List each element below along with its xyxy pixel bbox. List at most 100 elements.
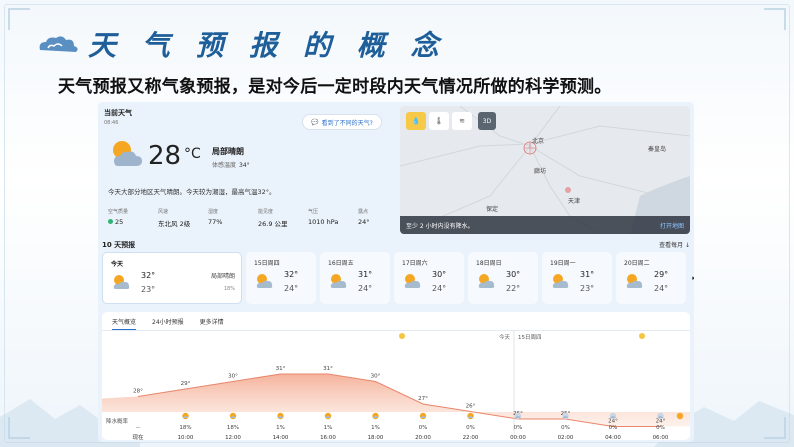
low-temperature: 24° <box>432 284 447 293</box>
open-map-link[interactable]: 打开地图 <box>660 221 684 230</box>
partly-sunny-icon <box>478 274 495 288</box>
weather-description: 今天大部分地区天气晴朗。今天较为潮湿，最高气温32°。 <box>108 188 276 196</box>
hourly-temp-label: 28° <box>133 389 143 395</box>
current-temperature: 28 <box>148 141 182 171</box>
precipitation-row-label: 降水概率 <box>106 419 129 425</box>
hourly-precip-value: 0% <box>656 425 665 431</box>
hourly-temp-label: 24° <box>608 419 618 425</box>
wind-icon: ≋ <box>459 117 465 125</box>
partly-sunny-icon <box>256 274 273 288</box>
hourly-precip-value: 0% <box>514 425 523 431</box>
tab-overview[interactable]: 天气概览 <box>112 317 137 331</box>
forecast-header: 10 天预报 查看每月 ↓ <box>102 240 690 250</box>
low-temperature: 24° <box>654 284 669 293</box>
wind-layer-button[interactable]: ≋ <box>452 112 472 130</box>
chevron-right-icon: ▸ <box>692 274 694 282</box>
map-label-city: 廊坊 <box>534 168 547 175</box>
map-precipitation-banner: 至少 2 小时内没有降水。 打开地图 <box>400 216 690 234</box>
metric-label: 风速 <box>158 209 169 215</box>
metric-humidity[interactable]: 湿度 77% <box>208 208 258 228</box>
weather-metrics: 空气质量 25 风速 东北风 2级 湿度 77% 能见度 26.9 公里 气压 … <box>108 208 408 228</box>
map-label-city: 天津 <box>568 198 581 205</box>
forecast-day-card[interactable]: 17日周六 30° 24° <box>394 252 464 304</box>
forecast-day-card[interactable]: 19日周一 31° 23° <box>542 252 612 304</box>
hourly-tabs: 天气概览 24小时预报 更多详情 <box>112 317 224 331</box>
hourly-time-label: 10:00 <box>178 435 194 440</box>
high-temperature: 30° <box>506 270 521 279</box>
hourly-weather-icon <box>676 412 684 420</box>
raindrop-icon: 💧 <box>411 117 421 125</box>
day-condition: 局部晴朗 <box>210 273 235 280</box>
metric-pressure[interactable]: 气压 1010 hPa <box>308 208 358 228</box>
tab-24h-forecast[interactable]: 24小时预报 <box>152 317 184 331</box>
hourly-temp-label: 31° <box>276 366 286 372</box>
hourly-time-label: 06:00 <box>653 435 669 440</box>
hourly-temp-label: 30° <box>371 374 381 380</box>
chat-bubble-icon: 💬 <box>311 118 319 126</box>
metric-value: 东北风 2级 <box>158 220 191 228</box>
day-name: 19日周一 <box>550 260 576 267</box>
metric-air-quality[interactable]: 空气质量 25 <box>108 208 158 228</box>
metric-value: 1010 hPa <box>308 218 339 226</box>
slide-subtitle: 天气预报又称气象预报，是对今后一定时段内天气情况所做的科学预测。 <box>58 77 612 97</box>
map-label-city: 保定 <box>486 206 499 213</box>
metric-value: 77% <box>208 218 223 226</box>
forecast-day-card[interactable]: 今天 32° 23° 局部晴朗 18% <box>102 252 242 304</box>
day-name: 20日周二 <box>624 260 650 267</box>
aqi-status-dot <box>108 219 113 224</box>
report-different-weather-button[interactable]: 💬 看到了不同的天气? <box>302 114 382 130</box>
corner-ornament <box>764 8 786 30</box>
hourly-time-label: 02:00 <box>558 435 574 440</box>
temperature-layer-button[interactable]: 🌡 <box>429 112 449 130</box>
metric-value: 26.9 公里 <box>258 220 288 228</box>
hourly-precip-value: 0% <box>419 425 428 431</box>
hourly-time-label: 现在 <box>132 433 144 440</box>
hourly-precip-value: 0% <box>466 425 475 431</box>
partly-sunny-icon <box>552 274 569 288</box>
temperature-unit-toggle[interactable]: °C <box>184 146 201 162</box>
hourly-precip-value: 18% <box>179 425 191 431</box>
metric-label: 湿度 <box>208 209 219 215</box>
slide-title: 天 气 预 报 的 概 念 <box>88 29 447 62</box>
tab-more-details[interactable]: 更多详情 <box>200 317 224 331</box>
hourly-time-label: 16:00 <box>320 435 336 440</box>
weather-map[interactable]: 💧 🌡 ≋ 3D 北京 秦皇岛 廊坊 保定 天津 至少 2 小时内没有降水。 打… <box>400 106 690 234</box>
no-precipitation-text: 至少 2 小时内没有降水。 <box>406 222 474 230</box>
hourly-time-label: 20:00 <box>415 435 431 440</box>
forecast-day-card[interactable]: 20日周二 29° 24° <box>616 252 686 304</box>
feels-like-value: 34° <box>239 162 250 169</box>
hourly-precip-value: 0% <box>561 425 570 431</box>
day-name: 16日周五 <box>328 260 354 267</box>
low-temperature: 24° <box>358 284 373 293</box>
forecast-day-card[interactable]: 15日周四 32° 24° <box>246 252 316 304</box>
partly-sunny-icon <box>626 274 643 288</box>
current-condition: 局部晴朗 <box>212 147 244 156</box>
high-temperature: 31° <box>580 270 595 279</box>
partly-sunny-icon <box>330 274 347 288</box>
high-temperature: 31° <box>358 270 373 279</box>
metric-wind[interactable]: 风速 东北风 2级 <box>158 208 208 228</box>
day-name: 18日周日 <box>476 260 502 267</box>
forecast-day-card[interactable]: 18日周日 30° 22° <box>468 252 538 304</box>
hourly-time-label: 18:00 <box>368 435 384 440</box>
forecast-next-button[interactable]: ▸ <box>690 252 694 304</box>
hourly-precip-value: 1% <box>371 425 380 431</box>
sunrise-icon <box>639 333 645 339</box>
high-temperature: 29° <box>654 270 669 279</box>
current-weather-panel: 当前天气 08:46 💬 看到了不同的天气? 28 °C 局部晴朗 体感温度 34… <box>104 108 394 232</box>
hourly-time-label: 00:00 <box>510 435 526 440</box>
high-temperature: 32° <box>141 271 156 280</box>
feels-like: 体感温度 34° <box>212 160 250 169</box>
precipitation-layer-button[interactable]: 💧 <box>406 112 426 130</box>
metric-visibility[interactable]: 能见度 26.9 公里 <box>258 208 308 228</box>
forecast-day-card[interactable]: 16日周五 31° 24° <box>320 252 390 304</box>
title-row: 天 气 预 报 的 概 念 <box>36 24 447 64</box>
3d-view-button[interactable]: 3D <box>478 112 496 130</box>
partly-sunny-icon <box>113 141 142 166</box>
hourly-temp-label: 31° <box>323 366 333 372</box>
partly-sunny-icon <box>404 274 421 288</box>
view-monthly-link[interactable]: 查看每月 ↓ <box>659 240 690 250</box>
map-label-city: 秦皇岛 <box>648 146 667 153</box>
metric-value: 25 <box>115 218 124 226</box>
hourly-precip-value: 1% <box>324 425 333 431</box>
